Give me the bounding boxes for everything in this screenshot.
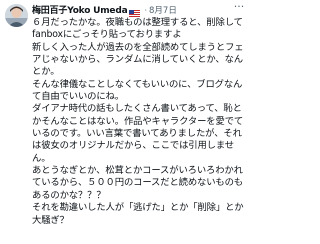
us-flag-icon — [129, 8, 141, 17]
author-name[interactable]: 梅田百子Yoko Umeda — [32, 4, 128, 18]
post[interactable]: 梅田百子Yoko Umeda · 8月7日 ··· ６月だったかな。夜職ものは整… — [0, 0, 250, 244]
post-body: ６月だったかな。夜職ものは整理すると、削除して fanboxにごっそり貼っており… — [32, 17, 244, 226]
avatar-image — [5, 4, 28, 27]
post-header: 梅田百子Yoko Umeda · 8月7日 — [32, 4, 248, 18]
avatar[interactable] — [5, 4, 28, 27]
more-options-icon[interactable]: ··· — [232, 1, 246, 16]
separator: · — [144, 6, 147, 15]
post-date[interactable]: 8月7日 — [149, 4, 177, 18]
